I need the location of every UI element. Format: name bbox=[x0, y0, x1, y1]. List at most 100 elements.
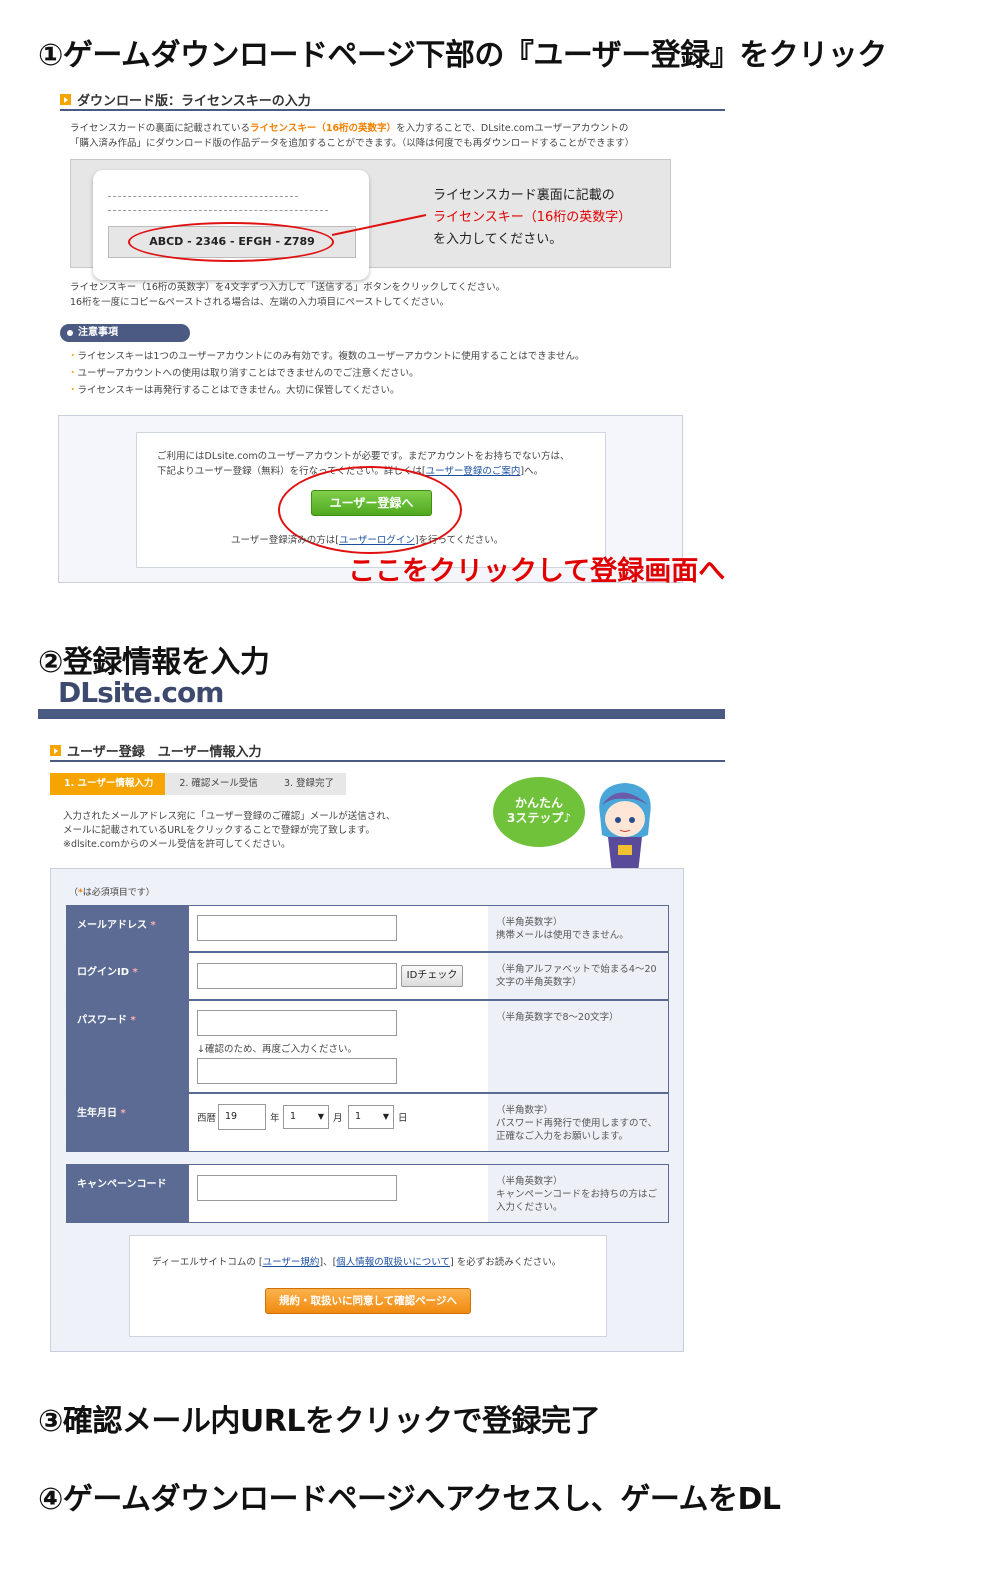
campaign-code-input[interactable] bbox=[197, 1175, 397, 1201]
birthday-label-text: 生年月日 bbox=[77, 1108, 117, 1119]
mascot-character-icon bbox=[599, 783, 651, 873]
birth-day-select[interactable]: 1 ▼ bbox=[348, 1105, 394, 1129]
year-unit: 年 bbox=[270, 1113, 280, 1124]
section-rule bbox=[50, 760, 725, 762]
email-label: メールアドレス * bbox=[67, 906, 189, 951]
password-label-text: パスワード bbox=[77, 1015, 127, 1026]
easy-steps-bubble: かんたん 3ステップ♪ bbox=[493, 777, 585, 847]
license-section-title-text: ダウンロード版：ライセンスキーの入力 bbox=[77, 94, 311, 109]
email-hint1: （半角英数字） bbox=[496, 917, 563, 928]
login-id-hint: （半角アルファベットで始まる4～20 文字の半角英数字） bbox=[488, 953, 668, 999]
month-unit: 月 bbox=[333, 1113, 343, 1124]
bubble-line1: かんたん bbox=[514, 796, 563, 810]
callout-line2: ライセンスキー（16桁の英数字） bbox=[433, 210, 632, 225]
step1-heading: ①ゲームダウンロードページ下部の『ユーザー登録』をクリック bbox=[38, 38, 887, 73]
login-line: ユーザー登録済みの方は[ユーザーログイン]を行ってください。 bbox=[231, 533, 503, 549]
note-item: ライセンスキーは1つのユーザーアカウントにのみ有効です。複数のユーザーアカウント… bbox=[68, 348, 585, 365]
section-marker-icon bbox=[60, 94, 71, 105]
required-mark: * bbox=[120, 1108, 126, 1119]
user-reg-section-title: ユーザー登録 ユーザー情報入力 bbox=[50, 741, 261, 760]
register-box-line1: ご利用にはDLsite.comのユーザーアカウントが必要です。まだアカウントをお… bbox=[157, 451, 570, 462]
agree-confirm-button[interactable]: 規約・取扱いに同意して確認ページへ bbox=[265, 1288, 471, 1314]
login-id-hint2: 文字の半角英数字） bbox=[496, 977, 582, 988]
password-input[interactable] bbox=[197, 1010, 397, 1036]
login-id-row: ログインID * IDチェック （半角アルファベットで始まる4～20 文字の半角… bbox=[66, 952, 669, 1000]
birth-month-value: 1 bbox=[290, 1111, 297, 1122]
email-label-text: メールアドレス bbox=[77, 920, 147, 931]
privacy-policy-link[interactable]: 個人情報の取扱いについて bbox=[336, 1257, 450, 1268]
registration-steps: 1. ユーザー情報入力 2. 確認メール受信 3. 登録完了 bbox=[50, 773, 347, 795]
required-note: （*は必須項目です） bbox=[69, 885, 155, 898]
campaign-row: キャンペーンコード （半角英数字） キャンペーンコードをお持ちの方はご 入力くだ… bbox=[66, 1164, 669, 1223]
instruction-line1: ライセンスキー（16桁の英数字）を4文字ずつ入力して「送信する」ボタンをクリック… bbox=[70, 282, 506, 293]
birth-year-input[interactable]: 19 bbox=[218, 1104, 266, 1130]
bubble-line2: 3ステップ♪ bbox=[506, 811, 571, 825]
email-row: メールアドレス * （半角英数字） 携帯メールは使用できません。 bbox=[66, 905, 669, 952]
callout-line1: ライセンスカード裏面に記載の bbox=[433, 188, 615, 203]
birth-month-select[interactable]: 1 ▼ bbox=[283, 1105, 329, 1129]
password-row: パスワード * ↓確認のため、再度ご入力ください。 （半角英数字で8～20文字） bbox=[66, 1000, 669, 1093]
email-hint2: 携帯メールは使用できません。 bbox=[496, 930, 629, 941]
site-nav-bar bbox=[38, 709, 725, 719]
era-label: 西暦 bbox=[197, 1113, 217, 1124]
campaign-hint: （半角英数字） キャンペーンコードをお持ちの方はご 入力ください。 bbox=[488, 1165, 668, 1222]
birthday-row: 生年月日 * 西暦 19 年 1 ▼ 月 1 ▼ 日 （半角数字） パスワード再発行… bbox=[66, 1093, 669, 1152]
terms-line: ディーエルサイトコムの [ユーザー規約]、[個人情報の取扱いについて] を必ずお… bbox=[152, 1255, 561, 1271]
campaign-hint3: 入力ください。 bbox=[496, 1202, 563, 1213]
login-id-label-text: ログインID bbox=[77, 967, 130, 978]
instruction-line2: 16桁を一度にコピー&ペーストされる場合は、左端の入力項目にペーストしてください… bbox=[70, 297, 449, 308]
step3-heading: ③確認メール内URLをクリックで登録完了 bbox=[38, 1404, 600, 1439]
campaign-label: キャンペーンコード bbox=[67, 1165, 189, 1222]
card-dash-line bbox=[108, 196, 298, 197]
login-text: ユーザー登録済みの方は[ bbox=[231, 535, 340, 546]
dlsite-logo: DLsite.com bbox=[58, 676, 224, 709]
birthday-hint: （半角数字） パスワード再発行で使用しますので、 正確なご入力をお願いします。 bbox=[488, 1094, 668, 1151]
click-here-annotation: ここをクリックして登録画面へ bbox=[348, 556, 726, 587]
note-item: ユーザーアカウントへの使用は取り消すことはできませんのでご注意ください。 bbox=[68, 365, 419, 382]
login-id-input[interactable] bbox=[197, 963, 397, 989]
intro-highlight: ライセンスキー（16桁の英数字） bbox=[250, 123, 397, 134]
card-dash-line bbox=[108, 210, 328, 211]
birth-day-value: 1 bbox=[355, 1111, 362, 1122]
password-label: パスワード * bbox=[67, 1001, 189, 1092]
birthday-hint1: （半角数字） bbox=[496, 1105, 554, 1116]
intro-text: ライセンスカードの裏面に記載されている bbox=[70, 123, 251, 134]
callout-arrow-line bbox=[331, 214, 427, 236]
terms-text: ディーエルサイトコムの [ bbox=[152, 1257, 263, 1268]
password-hint: （半角英数字で8～20文字） bbox=[488, 1001, 668, 1092]
id-check-button[interactable]: IDチェック bbox=[401, 965, 463, 987]
registration-guide-link[interactable]: ユーザー登録のご案内 bbox=[426, 466, 521, 477]
license-intro-line2: 「購入済み作品」にダウンロード版の作品データを追加することができます。（以降は何… bbox=[70, 138, 635, 149]
required-note-text: （ bbox=[69, 888, 79, 898]
dropdown-arrow-icon: ▼ bbox=[382, 1112, 389, 1121]
password-confirm-note: ↓確認のため、再度ご入力ください。 bbox=[197, 1044, 357, 1055]
user-login-link[interactable]: ユーザーログイン bbox=[339, 535, 415, 546]
campaign-hint1: （半角英数字） bbox=[496, 1176, 563, 1187]
card-callout: ライセンスカード裏面に記載の ライセンスキー（16桁の英数字） を入力してくださ… bbox=[433, 185, 631, 251]
campaign-hint2: キャンペーンコードをお持ちの方はご bbox=[496, 1189, 658, 1200]
terms-text-mid: ]、[ bbox=[319, 1257, 337, 1268]
email-input[interactable] bbox=[197, 915, 397, 941]
key-highlight-circle bbox=[128, 222, 334, 262]
step-indicator-1: 1. ユーザー情報入力 bbox=[50, 773, 166, 795]
notes-label: 注意事項 bbox=[60, 324, 190, 342]
day-unit: 日 bbox=[398, 1113, 408, 1124]
required-mark: * bbox=[150, 920, 156, 931]
login-id-hint1: （半角アルファベットで始まる4～20 bbox=[496, 964, 657, 975]
birthday-hint3: 正確なご入力をお願いします。 bbox=[496, 1131, 629, 1142]
birthday-label: 生年月日 * bbox=[67, 1094, 189, 1151]
password-confirm-input[interactable] bbox=[197, 1058, 397, 1084]
terms-text-post: ] を必ずお読みください。 bbox=[450, 1257, 562, 1268]
required-mark: * bbox=[132, 967, 138, 978]
intro-text-post: を入力することで、DLsite.comユーザーアカウントの bbox=[396, 123, 629, 134]
password-hint1: （半角英数字で8～20文字） bbox=[496, 1012, 619, 1023]
license-section-title: ダウンロード版：ライセンスキーの入力 bbox=[60, 90, 311, 109]
user-terms-link[interactable]: ユーザー規約 bbox=[263, 1257, 320, 1268]
required-mark: * bbox=[130, 1015, 136, 1026]
step-indicator-2: 2. 確認メール受信 bbox=[165, 773, 270, 795]
step4-heading: ④ゲームダウンロードページへアクセスし、ゲームをDL bbox=[38, 1482, 781, 1517]
section-marker-icon bbox=[50, 745, 61, 756]
registration-form-panel: （*は必須項目です） メールアドレス * （半角英数字） 携帯メールは使用できま… bbox=[50, 868, 684, 1352]
terms-box: ディーエルサイトコムの [ユーザー規約]、[個人情報の取扱いについて] を必ずお… bbox=[129, 1235, 607, 1337]
birthday-hint2: パスワード再発行で使用しますので、 bbox=[496, 1118, 658, 1129]
